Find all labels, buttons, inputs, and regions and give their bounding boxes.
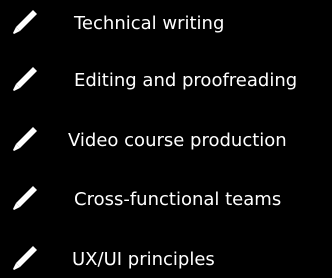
- skill-item: Technical writing: [0, 2, 332, 42]
- pencil-icon: [13, 246, 37, 270]
- skill-item: Cross-functional teams: [0, 178, 332, 218]
- skill-label: UX/UI principles: [72, 249, 215, 270]
- pencil-icon: [13, 10, 37, 34]
- skill-item: Video course production: [0, 119, 332, 159]
- pencil-icon: [13, 127, 37, 151]
- skill-item: UX/UI principles: [0, 238, 332, 278]
- skill-label: Cross-functional teams: [74, 189, 282, 210]
- skill-label: Video course production: [68, 130, 287, 151]
- skill-label: Technical writing: [74, 13, 225, 34]
- pencil-icon: [13, 186, 37, 210]
- skill-item: Editing and proofreading: [0, 59, 332, 99]
- pencil-icon: [13, 67, 37, 91]
- skill-label: Editing and proofreading: [74, 70, 298, 91]
